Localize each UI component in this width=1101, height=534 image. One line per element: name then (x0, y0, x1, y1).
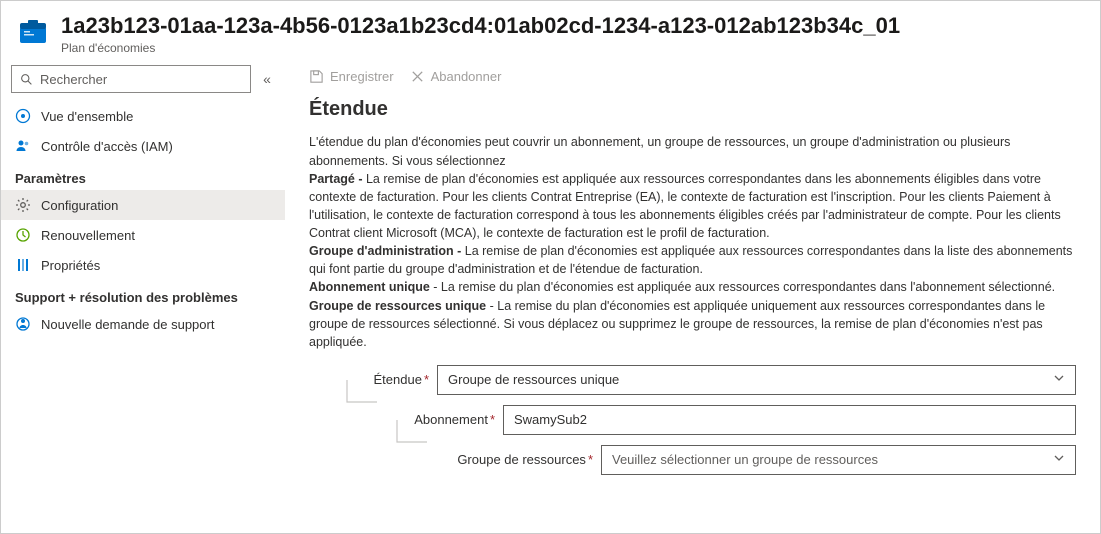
sidebar-item-label: Configuration (41, 198, 118, 213)
shared-label: Partagé - (309, 172, 366, 186)
scope-dropdown[interactable]: Groupe de ressources unique (437, 365, 1076, 395)
savings-plan-icon (17, 17, 49, 49)
subscription-field[interactable]: SwamySub2 (503, 405, 1076, 435)
chevron-down-icon (1053, 372, 1065, 387)
sidebar-item-label: Propriétés (41, 258, 100, 273)
support-icon (15, 316, 31, 332)
sidebar-item-properties[interactable]: Propriétés (1, 250, 285, 280)
properties-icon (15, 257, 31, 273)
sidebar-section-settings: Paramètres (1, 161, 285, 190)
section-heading: Étendue (309, 98, 1076, 121)
sidebar-item-renewal[interactable]: Renouvellement (1, 220, 285, 250)
subscription-label: Abonnement* (385, 412, 503, 427)
main-content: Enregistrer Abandonner Étendue L'étendue… (285, 61, 1100, 531)
sidebar-section-support: Support + résolution des problèmes (1, 280, 285, 309)
toolbar: Enregistrer Abandonner (309, 69, 1076, 98)
save-button[interactable]: Enregistrer (309, 69, 394, 84)
sidebar-item-label: Vue d'ensemble (41, 109, 133, 124)
search-input-wrapper[interactable] (11, 65, 251, 93)
sidebar: « Vue d'ensemble Contrôle d'accès (IAM) … (1, 61, 285, 531)
single-sub-label: Abonnement unique (309, 280, 430, 294)
scope-value: Groupe de ressources unique (448, 372, 619, 387)
page-title: 1a23b123-01aa-123a-4b56-0123a1b23cd4:01a… (61, 13, 900, 39)
gear-icon (15, 197, 31, 213)
description-block: L'étendue du plan d'économies peut couvr… (309, 133, 1076, 351)
single-rg-label: Groupe de ressources unique (309, 299, 486, 313)
scope-form: Étendue* Groupe de ressources unique Abo… (309, 365, 1076, 475)
people-icon (15, 138, 31, 154)
clock-icon (15, 227, 31, 243)
sidebar-item-configuration[interactable]: Configuration (1, 190, 285, 220)
mg-label: Groupe d'administration - (309, 244, 465, 258)
discard-label: Abandonner (431, 69, 502, 84)
single-sub-text: - La remise du plan d'économies est appl… (430, 280, 1055, 294)
sidebar-item-iam[interactable]: Contrôle d'accès (IAM) (1, 131, 285, 161)
collapse-sidebar-button[interactable]: « (257, 69, 277, 89)
shared-text: La remise de plan d'économies est appliq… (309, 172, 1061, 240)
search-input[interactable] (40, 72, 244, 87)
resource-group-label: Groupe de ressources* (437, 452, 601, 467)
discard-button[interactable]: Abandonner (410, 69, 502, 84)
save-label: Enregistrer (330, 69, 394, 84)
page-subtitle: Plan d'économies (61, 41, 900, 55)
resource-group-placeholder: Veuillez sélectionner un groupe de resso… (612, 452, 878, 467)
sidebar-item-overview[interactable]: Vue d'ensemble (1, 101, 285, 131)
sidebar-item-label: Nouvelle demande de support (41, 317, 214, 332)
overview-icon (15, 108, 31, 124)
page-header: 1a23b123-01aa-123a-4b56-0123a1b23cd4:01a… (1, 1, 1100, 61)
search-icon (18, 71, 34, 87)
sidebar-item-label: Contrôle d'accès (IAM) (41, 139, 173, 154)
chevron-down-icon (1053, 452, 1065, 467)
sidebar-item-label: Renouvellement (41, 228, 135, 243)
scope-label: Étendue* (347, 372, 437, 387)
sidebar-item-new-support[interactable]: Nouvelle demande de support (1, 309, 285, 339)
intro-text: L'étendue du plan d'économies peut couvr… (309, 135, 1010, 167)
subscription-value: SwamySub2 (514, 412, 587, 427)
resource-group-dropdown[interactable]: Veuillez sélectionner un groupe de resso… (601, 445, 1076, 475)
